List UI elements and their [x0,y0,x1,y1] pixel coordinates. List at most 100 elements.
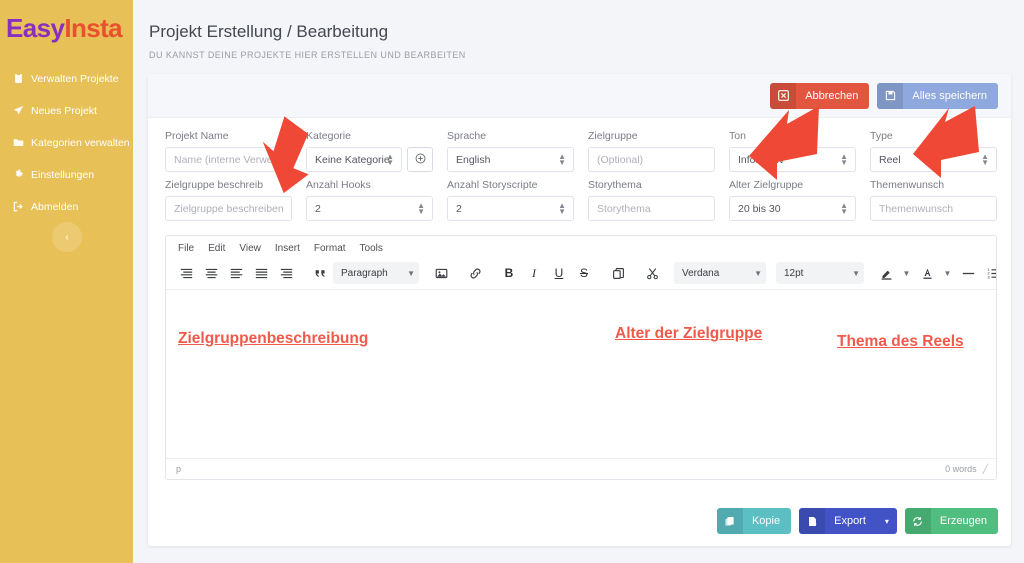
sidebar-collapse-button[interactable]: ‹ [52,222,82,252]
blockquote-icon[interactable] [308,262,332,284]
sidebar-item-verwalten-projekte[interactable]: Verwalten Projekte [0,63,133,95]
storythema-input[interactable]: Storythema [588,196,715,221]
field-label: Zielgruppe [588,130,638,142]
field-label: Zielgruppe beschreib [165,179,264,191]
font-family-select[interactable]: Verdana ▼ [674,262,766,284]
field-label: Sprache [447,130,487,142]
chevron-updown-icon: ▲ ▼ [840,151,848,167]
sidebar-item-label: Abmelden [31,200,79,213]
card-toolbar: Abbrechen Alles speichern [148,74,1011,118]
element-path[interactable]: p [176,464,181,474]
app-logo[interactable]: EasyInsta [0,8,133,43]
sprache-select-value: English [456,153,491,166]
numbered-list-icon[interactable]: 123 [981,262,996,284]
cut-icon[interactable] [640,262,664,284]
kopie-button[interactable]: Kopie [716,508,792,534]
menu-edit[interactable]: Edit [208,243,225,254]
word-count: 0 words [945,464,977,474]
add-kategorie-button[interactable] [407,147,433,172]
alter-zielgruppe-value: 20 bis 30 [738,202,781,215]
align-left-icon[interactable] [224,262,248,284]
logo-part-easy: Easy [6,13,65,43]
chevron-updown-icon: ▲ ▼ [558,151,566,167]
align-justify-icon[interactable] [249,262,273,284]
kategorie-select[interactable]: Keine Kategorie ▲ ▼ [306,147,402,172]
themenwunsch-input[interactable]: Themenwunsch [870,196,997,221]
anzahl-hooks-value: 2 [315,202,321,215]
highlight-color-icon[interactable] [874,262,898,284]
field-label: Type [870,130,893,142]
field-label: Kategorie [306,130,351,142]
alter-zielgruppe-select[interactable]: 20 bis 30 ▲ ▼ [729,196,856,221]
menu-format[interactable]: Format [314,243,346,254]
export-button-label: Export [834,515,866,527]
menu-tools[interactable]: Tools [360,243,383,254]
menu-file[interactable]: File [178,243,194,254]
align-center-icon[interactable] [199,262,223,284]
page-subtitle: DU KANNST DEINE PROJEKTE HIER ERSTELLEN … [149,50,466,60]
sprache-select[interactable]: English ▲ ▼ [447,147,574,172]
field-projekt-name: Projekt Name Name (interne Verwendun [165,130,292,172]
field-anzahl-storyscripte: Anzahl Storyscripte 2 ▲ ▼ [447,179,574,221]
cancel-button-label: Abbrechen [805,89,859,102]
refresh-icon [904,508,931,534]
italic-icon[interactable]: I [522,262,546,284]
zielgruppe-beschreibung-input[interactable]: Zielgruppe beschreiben [165,196,292,221]
editor-toolbar: Paragraph ▼ B I U S Verdana ▼ 12pt ▼ ▼ ▼… [166,259,996,290]
strikethrough-icon[interactable]: S [572,262,596,284]
cancel-button[interactable]: Abbrechen [770,82,870,109]
erzeugen-button-label: Erzeugen [939,515,987,527]
chevron-down-icon: ▼ [407,268,415,278]
text-color-icon[interactable] [915,262,939,284]
align-indent-icon[interactable] [274,262,298,284]
bold-icon[interactable]: B [497,262,521,284]
resize-handle-icon[interactable]: ╱ [983,464,988,475]
font-size-select[interactable]: 12pt ▼ [776,262,864,284]
align-right-icon[interactable] [174,262,198,284]
highlight-color-chevron-down-icon[interactable]: ▼ [899,262,914,284]
sidebar-item-label: Einstellungen [31,168,95,181]
text-color-chevron-down-icon[interactable]: ▼ [940,262,955,284]
sidebar-item-abmelden[interactable]: Abmelden [0,191,133,223]
projekt-name-input[interactable]: Name (interne Verwendun [165,147,292,172]
field-label: Anzahl Storyscripte [447,179,538,191]
main-content: Projekt Erstellung / Bearbeitung DU KANN… [133,0,1024,563]
erzeugen-button[interactable]: Erzeugen [904,508,998,534]
logo-part-insta: Insta [64,13,123,43]
field-type: Type Reel ▲ ▼ [870,130,997,172]
horizontal-rule-icon[interactable] [956,262,980,284]
editor-menubar: File Edit View Insert Format Tools [166,236,996,259]
export-file-icon [799,508,826,534]
close-box-icon [770,82,797,109]
anzahl-storyscripte-select[interactable]: 2 ▲ ▼ [447,196,574,221]
font-family-value: Verdana [682,267,720,279]
chevron-down-icon[interactable]: ▾ [877,508,897,534]
copy-icon[interactable] [606,262,630,284]
sidebar-item-label: Neues Projekt [31,104,97,117]
sidebar-item-neues-projekt[interactable]: Neues Projekt [0,95,133,127]
zielgruppe-input[interactable]: (Optional) [588,147,715,172]
export-button[interactable]: Export ▾ [799,508,897,534]
plus-circle-icon [415,151,426,169]
menu-view[interactable]: View [239,243,261,254]
save-all-button[interactable]: Alles speichern [877,82,998,109]
block-format-select[interactable]: Paragraph ▼ [333,262,419,284]
ton-select-value: Informativ [738,153,785,166]
menu-insert[interactable]: Insert [275,243,300,254]
field-label: Anzahl Hooks [306,179,371,191]
anzahl-hooks-select[interactable]: 2 ▲ ▼ [306,196,433,221]
underline-icon[interactable]: U [547,262,571,284]
clipboard-icon [12,73,24,85]
insert-link-icon[interactable] [463,262,487,284]
chevron-down-icon: ▼ [852,268,860,278]
card-actions: Kopie Export ▾ Erzeugen [716,508,998,534]
form-row-1: Projekt Name Name (interne Verwendun Kat… [165,130,997,172]
ton-select[interactable]: Informativ ▲ ▼ [729,147,856,172]
insert-image-icon[interactable] [429,262,453,284]
chevron-updown-icon: ▲ ▼ [981,151,989,167]
editor-content-area[interactable] [166,290,996,458]
sidebar-item-kategorien-verwalten[interactable]: Kategorien verwalten [0,127,133,159]
sidebar-item-einstellungen[interactable]: Einstellungen [0,159,133,191]
type-select[interactable]: Reel ▲ ▼ [870,147,997,172]
field-sprache: Sprache English ▲ ▼ [447,130,574,172]
